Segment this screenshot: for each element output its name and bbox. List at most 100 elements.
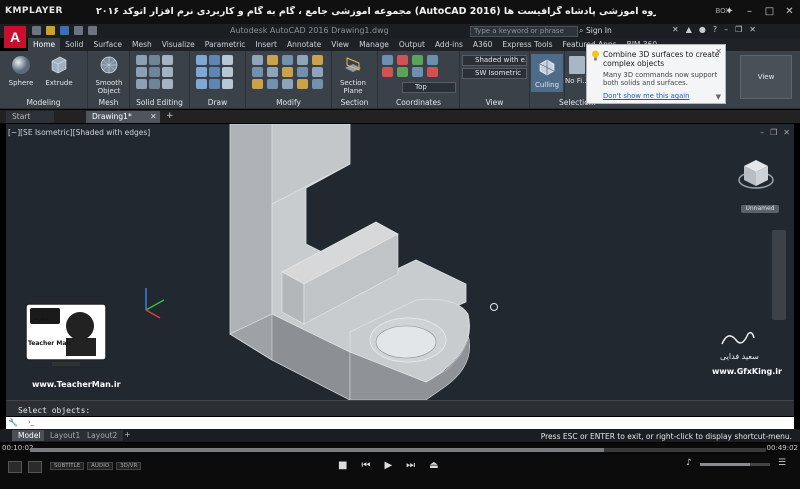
draw-tool-icon[interactable] <box>222 55 233 65</box>
modify-tool-icon[interactable] <box>312 67 323 77</box>
named-view-dropdown[interactable]: SW Isometric <box>462 68 527 79</box>
modify-tool-icon[interactable] <box>267 79 278 89</box>
coordinates-tool-icon[interactable] <box>427 67 438 77</box>
layout-tab-layout2[interactable]: Layout2 <box>81 430 124 441</box>
open-icon[interactable] <box>46 26 55 35</box>
vp-minimize-icon[interactable]: – <box>760 128 764 137</box>
draw-tool-icon[interactable] <box>222 67 233 77</box>
draw-tool-icon[interactable] <box>222 79 233 89</box>
modify-tool-icon[interactable] <box>267 67 278 77</box>
next-icon[interactable]: ⏭ <box>406 460 415 471</box>
redo-icon[interactable] <box>88 26 97 35</box>
ribbon-extra-button[interactable]: View <box>740 55 792 99</box>
modify-tool-icon[interactable] <box>252 67 263 77</box>
culling-button[interactable]: Culling <box>531 54 563 92</box>
draw-tool-icon[interactable] <box>196 55 207 65</box>
solid-editing-tool-icon[interactable] <box>162 67 173 77</box>
modify-tool-icon[interactable] <box>297 55 308 65</box>
undo-icon[interactable] <box>74 26 83 35</box>
tab-view[interactable]: View <box>326 38 354 51</box>
eject-icon[interactable]: ⏏ <box>429 460 438 471</box>
modify-tool-icon[interactable] <box>312 79 323 89</box>
coordinates-tool-icon[interactable] <box>412 55 423 65</box>
viewport-controls-label[interactable]: [−][SE Isometric][Shaded with edges] <box>8 128 150 137</box>
ucs-view-dropdown[interactable]: Top <box>402 82 456 93</box>
tab-mesh[interactable]: Mesh <box>127 38 157 51</box>
coordinates-tool-icon[interactable] <box>427 55 438 65</box>
doc-tab-drawing1[interactable]: Drawing1* <box>86 111 160 123</box>
doc-tab-start[interactable]: Start <box>6 111 54 123</box>
tab-add-ins[interactable]: Add-ins <box>430 38 468 51</box>
modify-tool-icon[interactable] <box>297 67 308 77</box>
help-icon[interactable]: ? <box>713 25 717 34</box>
tab-surface[interactable]: Surface <box>88 38 127 51</box>
coordinates-tool-icon[interactable] <box>397 67 408 77</box>
application-button[interactable]: A <box>2 24 28 50</box>
viewcube[interactable] <box>738 156 774 192</box>
exchange-icon[interactable]: ✕ <box>672 25 679 34</box>
tab-express-tools[interactable]: Express Tools <box>497 38 557 51</box>
tooltip-dismiss-link[interactable]: Don't show me this again <box>603 92 690 100</box>
solid-editing-tool-icon[interactable] <box>136 67 147 77</box>
search-icon[interactable]: ⌕ <box>579 26 585 36</box>
save-icon[interactable] <box>60 26 69 35</box>
tab-insert[interactable]: Insert <box>250 38 282 51</box>
modify-tool-icon[interactable] <box>267 55 278 65</box>
coordinates-tool-icon[interactable] <box>412 67 423 77</box>
search-input[interactable]: Type a keyword or phrase <box>470 26 578 37</box>
new-tab-icon[interactable]: + <box>166 111 174 121</box>
playlist-icon[interactable]: ☰ <box>778 458 786 468</box>
previous-icon[interactable]: ⏮ <box>361 460 370 471</box>
doc-tab-close-icon[interactable]: ✕ <box>150 112 157 121</box>
acad-minimize-icon[interactable]: – <box>724 25 728 34</box>
modify-tool-icon[interactable] <box>312 55 323 65</box>
autodesk-a360-icon[interactable]: ▲ <box>686 25 692 34</box>
play-icon[interactable]: ▶ <box>384 460 392 471</box>
modify-tool-icon[interactable] <box>252 55 263 65</box>
tab-visualize[interactable]: Visualize <box>157 38 200 51</box>
solid-editing-tool-icon[interactable] <box>149 67 160 77</box>
modify-tool-icon[interactable] <box>252 79 263 89</box>
acad-restore-icon[interactable]: ❐ <box>735 25 742 34</box>
vr-button[interactable]: 3D/VR <box>116 462 142 470</box>
settings-icon[interactable] <box>28 461 42 473</box>
vp-close-icon[interactable]: ✕ <box>783 128 790 137</box>
tab-home[interactable]: Home <box>28 38 61 51</box>
add-layout-icon[interactable]: + <box>124 430 131 439</box>
stop-icon[interactable]: ■ <box>338 460 347 471</box>
command-input[interactable]: ›_ <box>28 418 34 426</box>
user-icon[interactable]: ● <box>699 25 706 34</box>
smooth-object-button[interactable]: Smooth Object <box>92 54 126 95</box>
sign-in-button[interactable]: Sign In <box>586 26 612 35</box>
solid-editing-tool-icon[interactable] <box>162 79 173 89</box>
coordinates-tool-icon[interactable] <box>382 67 393 77</box>
tab-parametric[interactable]: Parametric <box>200 38 251 51</box>
coordinates-tool-icon[interactable] <box>397 55 408 65</box>
section-plane-button[interactable]: Section Plane <box>336 54 370 95</box>
tab-solid[interactable]: Solid <box>60 38 88 51</box>
acad-close-icon[interactable]: ✕ <box>749 25 756 34</box>
layout-tab-layout1[interactable]: Layout1 <box>44 430 87 441</box>
3d-mode-icon[interactable] <box>8 461 22 473</box>
extrude-button[interactable]: Extrude <box>42 54 76 87</box>
maximize-icon[interactable]: □ <box>763 5 776 17</box>
navigation-bar[interactable] <box>772 230 786 320</box>
draw-tool-icon[interactable] <box>209 67 220 77</box>
ucs-dropdown[interactable]: Unnamed <box>741 205 779 213</box>
vp-restore-icon[interactable]: ❐ <box>770 128 777 137</box>
command-customize-icon[interactable]: 🔧 <box>8 418 18 427</box>
solid-editing-tool-icon[interactable] <box>149 79 160 89</box>
layout-tab-model[interactable]: Model <box>12 430 47 441</box>
solid-editing-tool-icon[interactable] <box>136 79 147 89</box>
solid-editing-tool-icon[interactable] <box>136 55 147 65</box>
modify-tool-icon[interactable] <box>282 67 293 77</box>
command-line[interactable]: ›_ <box>6 417 794 429</box>
modify-tool-icon[interactable] <box>297 79 308 89</box>
tab-a360[interactable]: A360 <box>468 38 497 51</box>
visual-style-dropdown[interactable]: Shaded with e... <box>462 55 527 66</box>
solid-editing-tool-icon[interactable] <box>162 55 173 65</box>
pin-icon[interactable]: ✦ <box>723 5 736 17</box>
volume-icon[interactable]: ♪ <box>686 458 692 468</box>
tab-annotate[interactable]: Annotate <box>282 38 326 51</box>
modify-tool-icon[interactable] <box>282 79 293 89</box>
